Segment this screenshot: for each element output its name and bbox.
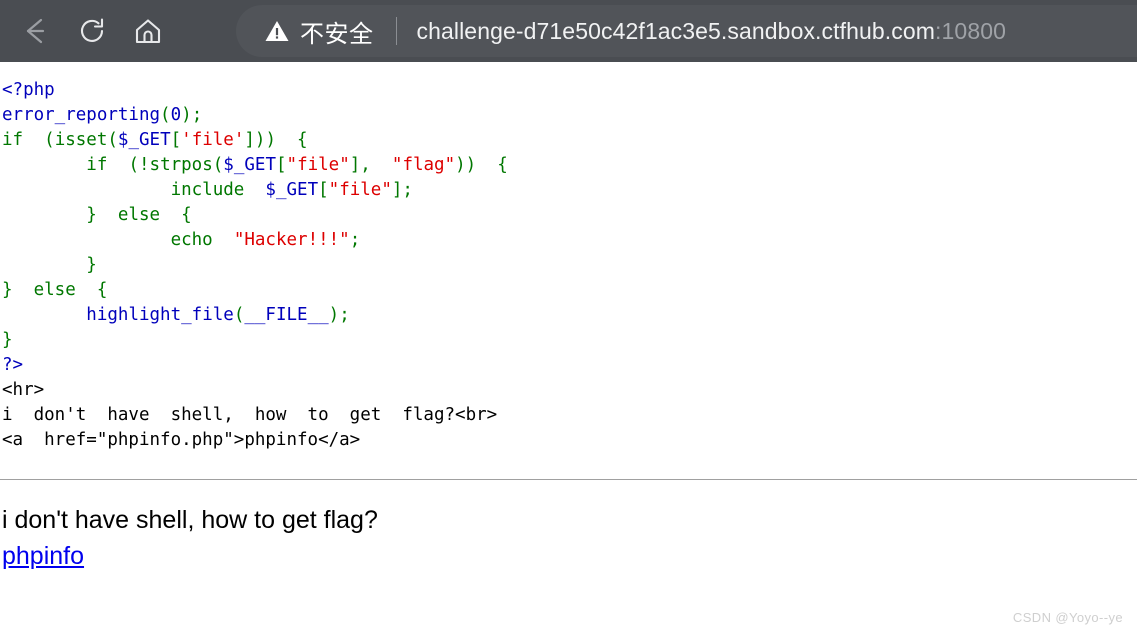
code-token: else	[33, 280, 76, 300]
code-token: )	[328, 305, 340, 325]
code-token: i don't have shell, how to get flag?<br>	[2, 405, 498, 425]
code-token: "Hacker!!!"	[233, 230, 350, 250]
code-token: (!	[107, 155, 150, 175]
browser-toolbar: 不安全 challenge-d71e50c42f1ac3e5.sandbox.c…	[0, 0, 1137, 62]
code-token: include	[170, 180, 245, 200]
code-token: (	[23, 130, 55, 150]
code-line: i don't have shell, how to get flag?<br>	[2, 405, 497, 425]
warning-triangle-icon[interactable]	[264, 18, 290, 44]
code-token: if	[2, 130, 24, 150]
home-icon	[132, 15, 164, 47]
code-token: {	[75, 280, 108, 300]
code-token: {	[160, 205, 192, 225]
code-token: (	[233, 305, 245, 325]
code-token: [	[170, 130, 182, 150]
code-line: include $_GET["file"];	[2, 180, 413, 200]
code-token: }	[86, 205, 118, 225]
reload-icon	[76, 15, 108, 47]
code-token: }	[2, 330, 13, 350]
code-token: ;	[349, 230, 361, 250]
code-token: $_GET	[265, 180, 319, 200]
url-host: challenge-d71e50c42f1ac3e5.sandbox.ctfhu…	[416, 17, 936, 44]
horizontal-rule	[0, 479, 1137, 480]
code-token: $_GET	[223, 155, 276, 175]
url-display[interactable]: challenge-d71e50c42f1ac3e5.sandbox.ctfhu…	[417, 18, 1007, 45]
code-token: isset	[54, 130, 108, 150]
code-line: }	[2, 330, 13, 350]
code-token: }	[86, 255, 97, 275]
code-line: echo "Hacker!!!";	[2, 230, 361, 250]
code-token: if	[86, 155, 108, 175]
omnibox-divider	[395, 17, 397, 45]
code-token: 'file'	[181, 130, 245, 150]
code-token: <hr>	[2, 380, 45, 400]
address-bar[interactable]: 不安全 challenge-d71e50c42f1ac3e5.sandbox.c…	[236, 5, 1137, 57]
code-line: <hr>	[2, 380, 44, 400]
code-token: ];	[391, 180, 413, 200]
code-line: <a href="phpinfo.php">phpinfo</a>	[2, 430, 360, 450]
code-line: if (isset($_GET['file'])) {	[2, 130, 308, 150]
code-token: ])) {	[244, 130, 308, 150]
code-token: }	[2, 280, 34, 300]
code-token: "file"	[286, 155, 350, 175]
code-token: (	[212, 155, 224, 175]
code-line: error_reporting(0);	[2, 105, 202, 125]
code-token: )) {	[455, 155, 508, 175]
code-token: "flag"	[391, 155, 456, 175]
phpinfo-link[interactable]: phpinfo	[2, 538, 84, 574]
code-line: } else {	[2, 280, 107, 300]
rendered-message: i don't have shell, how to get flag?	[2, 506, 378, 534]
code-line: highlight_file(__FILE__);	[2, 305, 350, 325]
page-content: <?php error_reporting(0); if (isset($_GE…	[0, 62, 1137, 635]
code-token: error_reporting	[2, 105, 161, 125]
code-token: (	[107, 130, 118, 150]
code-token: )	[181, 105, 192, 125]
code-token: $_GET	[117, 130, 171, 150]
code-token: echo	[170, 230, 213, 250]
code-token: else	[117, 205, 161, 225]
watermark-text: CSDN @Yoyo--ye	[1012, 610, 1123, 625]
code-token: <a href="phpinfo.php">phpinfo</a>	[2, 430, 361, 450]
code-token: __FILE__	[244, 305, 329, 325]
code-token: 0	[170, 105, 182, 125]
code-token: <?php	[2, 80, 55, 100]
back-arrow-icon	[19, 14, 53, 48]
code-line: ?>	[2, 355, 23, 375]
code-token: [	[318, 180, 329, 200]
code-token: strpos	[149, 155, 213, 175]
code-token: (	[160, 105, 171, 125]
code-token: [	[275, 155, 287, 175]
code-line: if (!strpos($_GET["file"], "flag")) {	[2, 155, 508, 175]
code-token: ?>	[2, 355, 24, 375]
security-status-label: 不安全	[300, 20, 374, 48]
code-line: <?php	[2, 80, 55, 100]
code-line: }	[2, 255, 97, 275]
code-line: } else {	[2, 205, 192, 225]
code-token: ;	[339, 305, 350, 325]
code-token: highlight_file	[86, 305, 234, 325]
code-token: ],	[349, 155, 392, 175]
back-button[interactable]	[8, 0, 64, 62]
code-token: ;	[191, 105, 203, 125]
url-port: :10800	[935, 17, 1006, 44]
reload-button[interactable]	[64, 0, 120, 62]
code-token: "file"	[328, 180, 392, 200]
php-source-listing: <?php error_reporting(0); if (isset($_GE…	[0, 62, 1137, 453]
home-button[interactable]	[120, 0, 176, 62]
